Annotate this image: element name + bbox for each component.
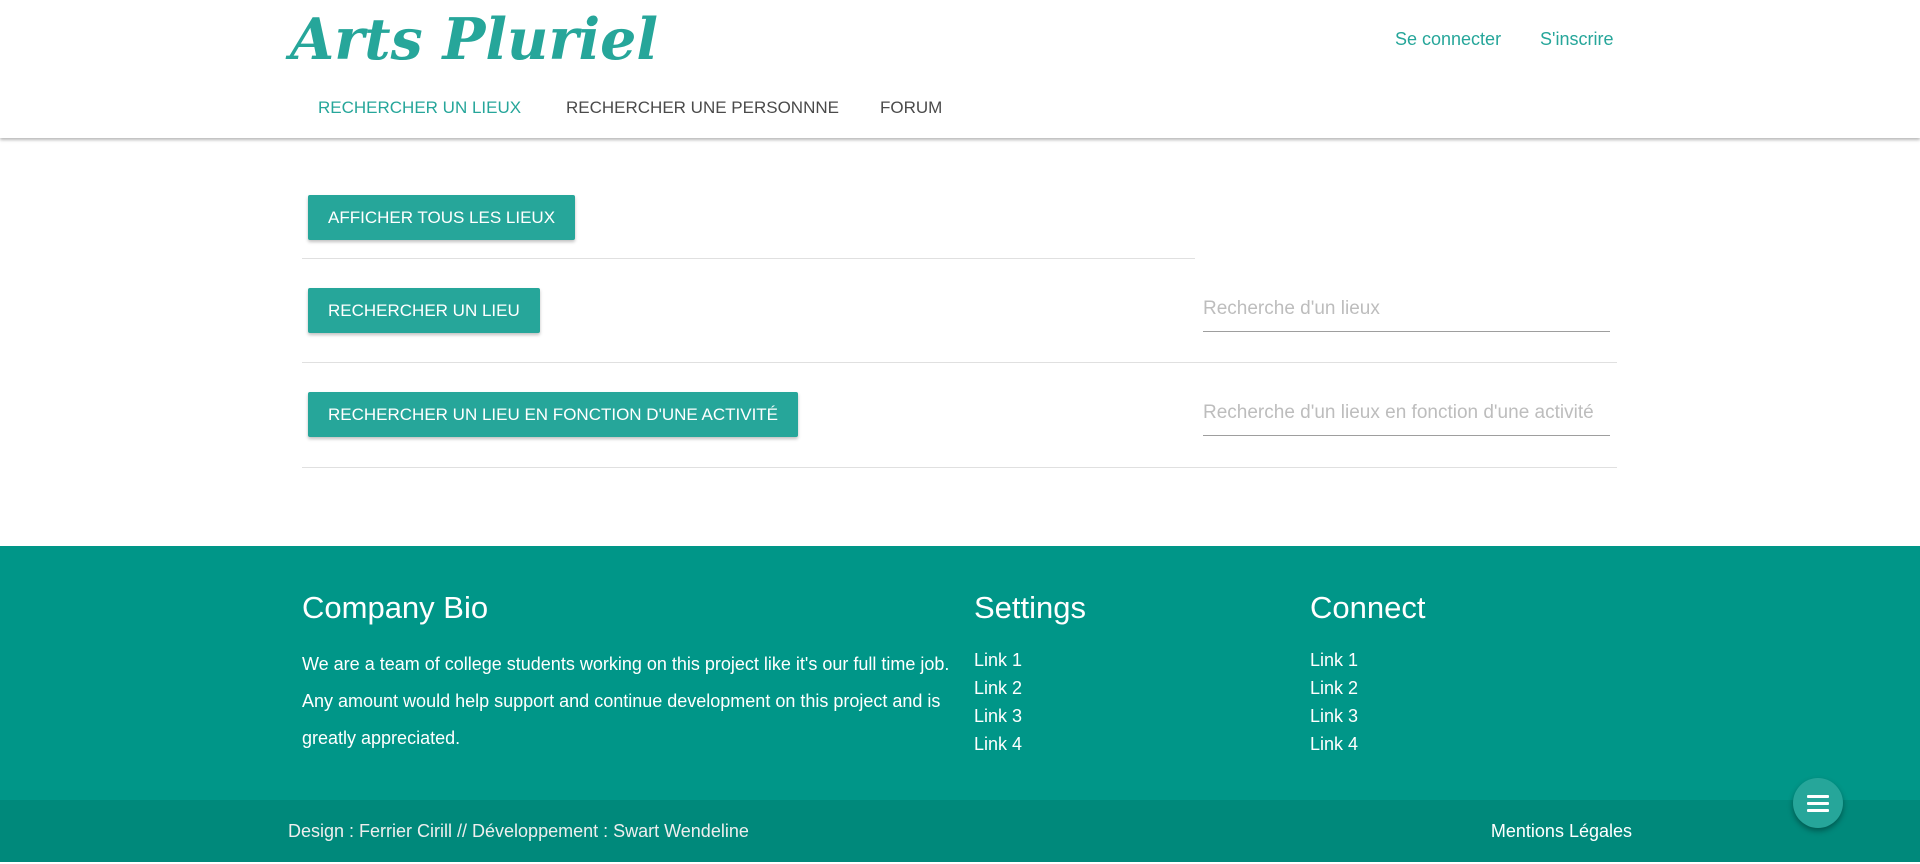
show-all-places-button[interactable]: AFFICHER TOUS LES LIEUX (308, 195, 576, 240)
settings-link-1[interactable]: Link 1 (974, 646, 1022, 674)
settings-link-4[interactable]: Link 4 (974, 730, 1022, 758)
signup-link[interactable]: S'inscrire (1540, 26, 1613, 52)
tab-search-place[interactable]: RECHERCHER UN LIEUX (318, 96, 521, 120)
footer-bio-heading: Company Bio (302, 590, 489, 625)
footer-bio-text: We are a team of college students workin… (302, 654, 950, 748)
site-footer: Company Bio We are a team of college stu… (0, 546, 1920, 800)
connect-link-2[interactable]: Link 2 (1310, 674, 1358, 702)
divider (302, 467, 1617, 468)
footer-settings-heading: Settings (974, 590, 1087, 625)
settings-link-2[interactable]: Link 2 (974, 674, 1022, 702)
divider (302, 258, 1195, 259)
connect-link-3[interactable]: Link 3 (1310, 702, 1358, 730)
site-header: Arts Pluriel Se connecter S'inscrire REC… (0, 0, 1920, 138)
footer-bottom-bar: Design : Ferrier Cirill // Développement… (0, 800, 1920, 862)
menu-icon (1807, 794, 1829, 812)
tab-forum[interactable]: FORUM (880, 96, 942, 120)
divider (302, 362, 1617, 363)
settings-link-3[interactable]: Link 3 (974, 702, 1022, 730)
site-logo[interactable]: Arts Pluriel (290, 0, 658, 80)
search-by-activity-button[interactable]: RECHERCHER UN LIEU EN FONCTION D'UNE ACT… (308, 392, 799, 437)
search-by-activity-input[interactable] (1203, 391, 1610, 436)
tab-search-person[interactable]: RECHERCHER UNE PERSONNNE (566, 96, 839, 120)
search-place-input[interactable] (1203, 287, 1610, 332)
credits-text: Design : Ferrier Cirill // Développement… (288, 821, 749, 841)
search-place-button[interactable]: RECHERCHER UN LIEU (308, 288, 540, 333)
login-link[interactable]: Se connecter (1395, 26, 1501, 52)
connect-link-4[interactable]: Link 4 (1310, 730, 1358, 758)
legal-notice-link[interactable]: Mentions Légales (1491, 819, 1632, 843)
connect-link-1[interactable]: Link 1 (1310, 646, 1358, 674)
floating-menu-button[interactable] (1793, 778, 1843, 828)
footer-connect-heading: Connect (1310, 590, 1426, 625)
